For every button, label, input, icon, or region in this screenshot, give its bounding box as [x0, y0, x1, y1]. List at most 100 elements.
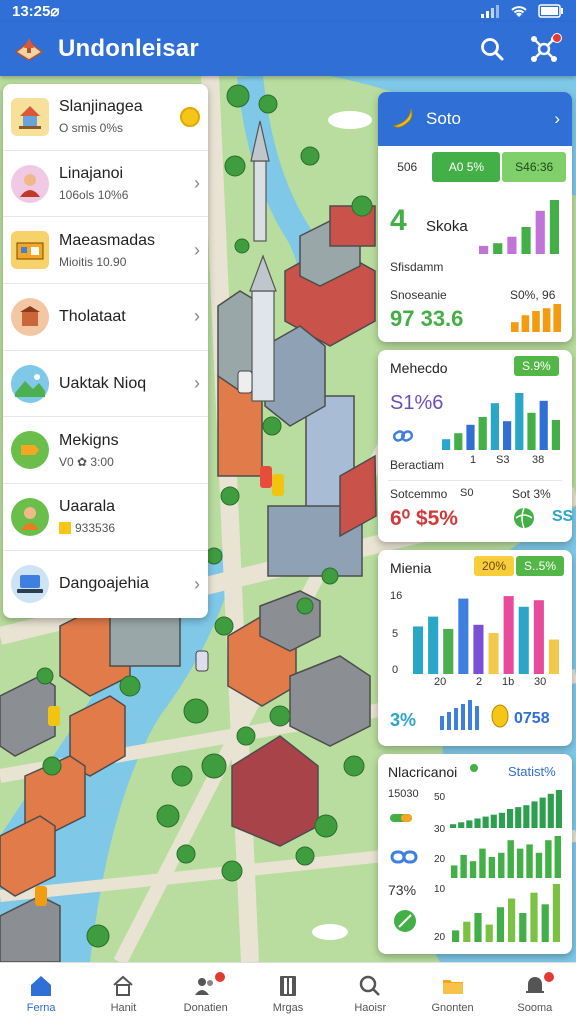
card-title: Soto — [426, 109, 461, 128]
chart-bar — [545, 840, 552, 878]
chart-bar — [498, 812, 505, 828]
list-item-title: Linajanoi — [59, 165, 124, 183]
search-button[interactable] — [472, 29, 512, 69]
nav-item-mrgas[interactable]: Mrgas — [247, 963, 329, 1024]
tick-label: 1 — [470, 454, 477, 466]
nav-label: Haoisr — [354, 1002, 387, 1014]
chart-bar — [508, 898, 516, 942]
house-icon — [113, 975, 134, 996]
card-title: Mehecdo — [390, 360, 448, 376]
chart-bar — [553, 304, 561, 332]
notification-dot — [552, 33, 562, 43]
status-pill: S.9% — [514, 356, 559, 376]
chart-bar — [551, 420, 560, 450]
list-item[interactable]: Maeasmadas Mioitis 10.90 › — [3, 217, 208, 285]
x-tick: 30 — [534, 676, 547, 688]
mini-bar-chart — [440, 700, 479, 730]
nav-label: Hanit — [110, 1002, 137, 1014]
nav-label: Ferna — [26, 1002, 56, 1014]
wifi-icon — [511, 6, 527, 17]
purple-bars-chart — [479, 200, 559, 254]
list-item[interactable]: Tholataat › — [3, 284, 208, 351]
list-item[interactable]: Uaarala 933536 — [3, 484, 208, 551]
list-item[interactable]: Dangoajehia › — [3, 551, 208, 618]
chart-bar — [469, 861, 477, 878]
nav-item-ferna[interactable]: Ferna — [0, 963, 82, 1024]
chart-bar — [452, 930, 460, 942]
chart-bar — [516, 848, 524, 878]
list-item-subtitle: O smis 0%s — [59, 121, 124, 136]
stats-card-nlacricanoi[interactable]: Nlacricanoi Statist% 15030 50 30 20 10 2… — [378, 754, 572, 954]
list-item[interactable]: Linajanoi 106ols 10%6 › — [3, 151, 208, 218]
chart-bar — [549, 200, 559, 254]
list-item[interactable]: Mekigns V0 ✿ 3:00 — [3, 417, 208, 485]
nav-item-sooma[interactable]: Sooma — [494, 963, 576, 1024]
chart-bar — [519, 913, 527, 942]
chart-bar — [466, 820, 473, 828]
chart-bar — [518, 606, 529, 674]
stats-card-mienia[interactable]: Mienia 20% S..5% 16 5 0 20 2 1b 30 3% 07… — [378, 550, 572, 746]
chart-bar — [539, 400, 548, 450]
map-logo-icon — [14, 38, 44, 61]
chart-bar — [503, 596, 514, 674]
nav-item-donatien[interactable]: Donatien — [165, 963, 247, 1024]
notification-badge — [213, 971, 226, 983]
status-pill: S..5% — [516, 556, 565, 576]
avatar — [11, 565, 49, 604]
chart-bar — [454, 433, 463, 450]
status-pill: 20% — [474, 556, 515, 576]
chart-bar — [443, 628, 454, 674]
tab-506[interactable]: 506 — [384, 152, 430, 182]
chart-bar — [428, 616, 439, 674]
market-icon — [16, 242, 44, 260]
stats-card-mehecdo[interactable]: Mehecdo S.9% S1%6 Beractiam 1 S3 38 Sotc… — [378, 350, 572, 542]
card-label: 15030 — [388, 788, 419, 800]
chevron-right-icon: › — [194, 306, 200, 327]
list-item-title: Uaktak Nioq — [59, 374, 147, 392]
chart-bar — [533, 600, 544, 674]
home-icon — [31, 976, 52, 996]
share-button[interactable] — [524, 29, 564, 69]
card-header[interactable]: Soto › — [378, 92, 572, 146]
card-title: Mienia — [390, 560, 432, 576]
chart-bar — [463, 921, 471, 942]
tab-s46[interactable]: S46:36 — [502, 152, 566, 182]
folder-icon — [442, 980, 463, 994]
chart-bar — [490, 403, 499, 450]
chart-bar — [532, 311, 540, 332]
nav-item-haoisr[interactable]: Haoisr — [329, 963, 411, 1024]
y-tick: 20 — [434, 932, 446, 943]
status-dot — [470, 764, 478, 772]
banana-icon — [392, 108, 413, 128]
app-logo[interactable] — [12, 32, 46, 66]
chart-bar — [488, 633, 499, 674]
x-tick: 1b — [502, 676, 515, 688]
chart-bar — [460, 854, 467, 878]
chart-bar — [479, 245, 489, 254]
list-item-title: Slanjinagea — [59, 98, 143, 116]
nav-item-gnonten[interactable]: Gnonten — [411, 963, 493, 1024]
list-item[interactable]: Uaktak Nioq › — [3, 351, 208, 418]
chart-bar — [527, 412, 536, 450]
card-label: Beractiam — [390, 458, 445, 472]
list-item-title: Maeasmadas — [59, 231, 156, 249]
tick-label: S3 — [496, 454, 510, 466]
avatar — [11, 297, 49, 336]
tab-a0[interactable]: A0 5% — [432, 152, 501, 182]
y-tick: 20 — [434, 854, 446, 865]
nav-item-hanit[interactable]: Hanit — [82, 963, 164, 1024]
chart-bar — [542, 308, 551, 332]
card-label: Snoseanie — [390, 288, 447, 302]
pill-icon — [390, 814, 412, 822]
chart-bar — [450, 824, 457, 828]
laptop-icon — [17, 575, 43, 594]
stats-card-soto[interactable]: Soto › 506 A0 5% S46:36 4 Skoka Sfisdamm… — [378, 92, 572, 342]
landscape-icon — [15, 373, 45, 397]
list-item[interactable]: Slanjinagea O smis 0%s — [3, 84, 208, 151]
tag-icon — [59, 522, 71, 535]
ball-icon — [514, 507, 534, 529]
list-item-title: Mekigns — [59, 431, 119, 449]
card-label: Sfisdamm — [390, 260, 444, 274]
nav-label: Sooma — [517, 1002, 553, 1014]
coin-icon — [180, 106, 200, 127]
